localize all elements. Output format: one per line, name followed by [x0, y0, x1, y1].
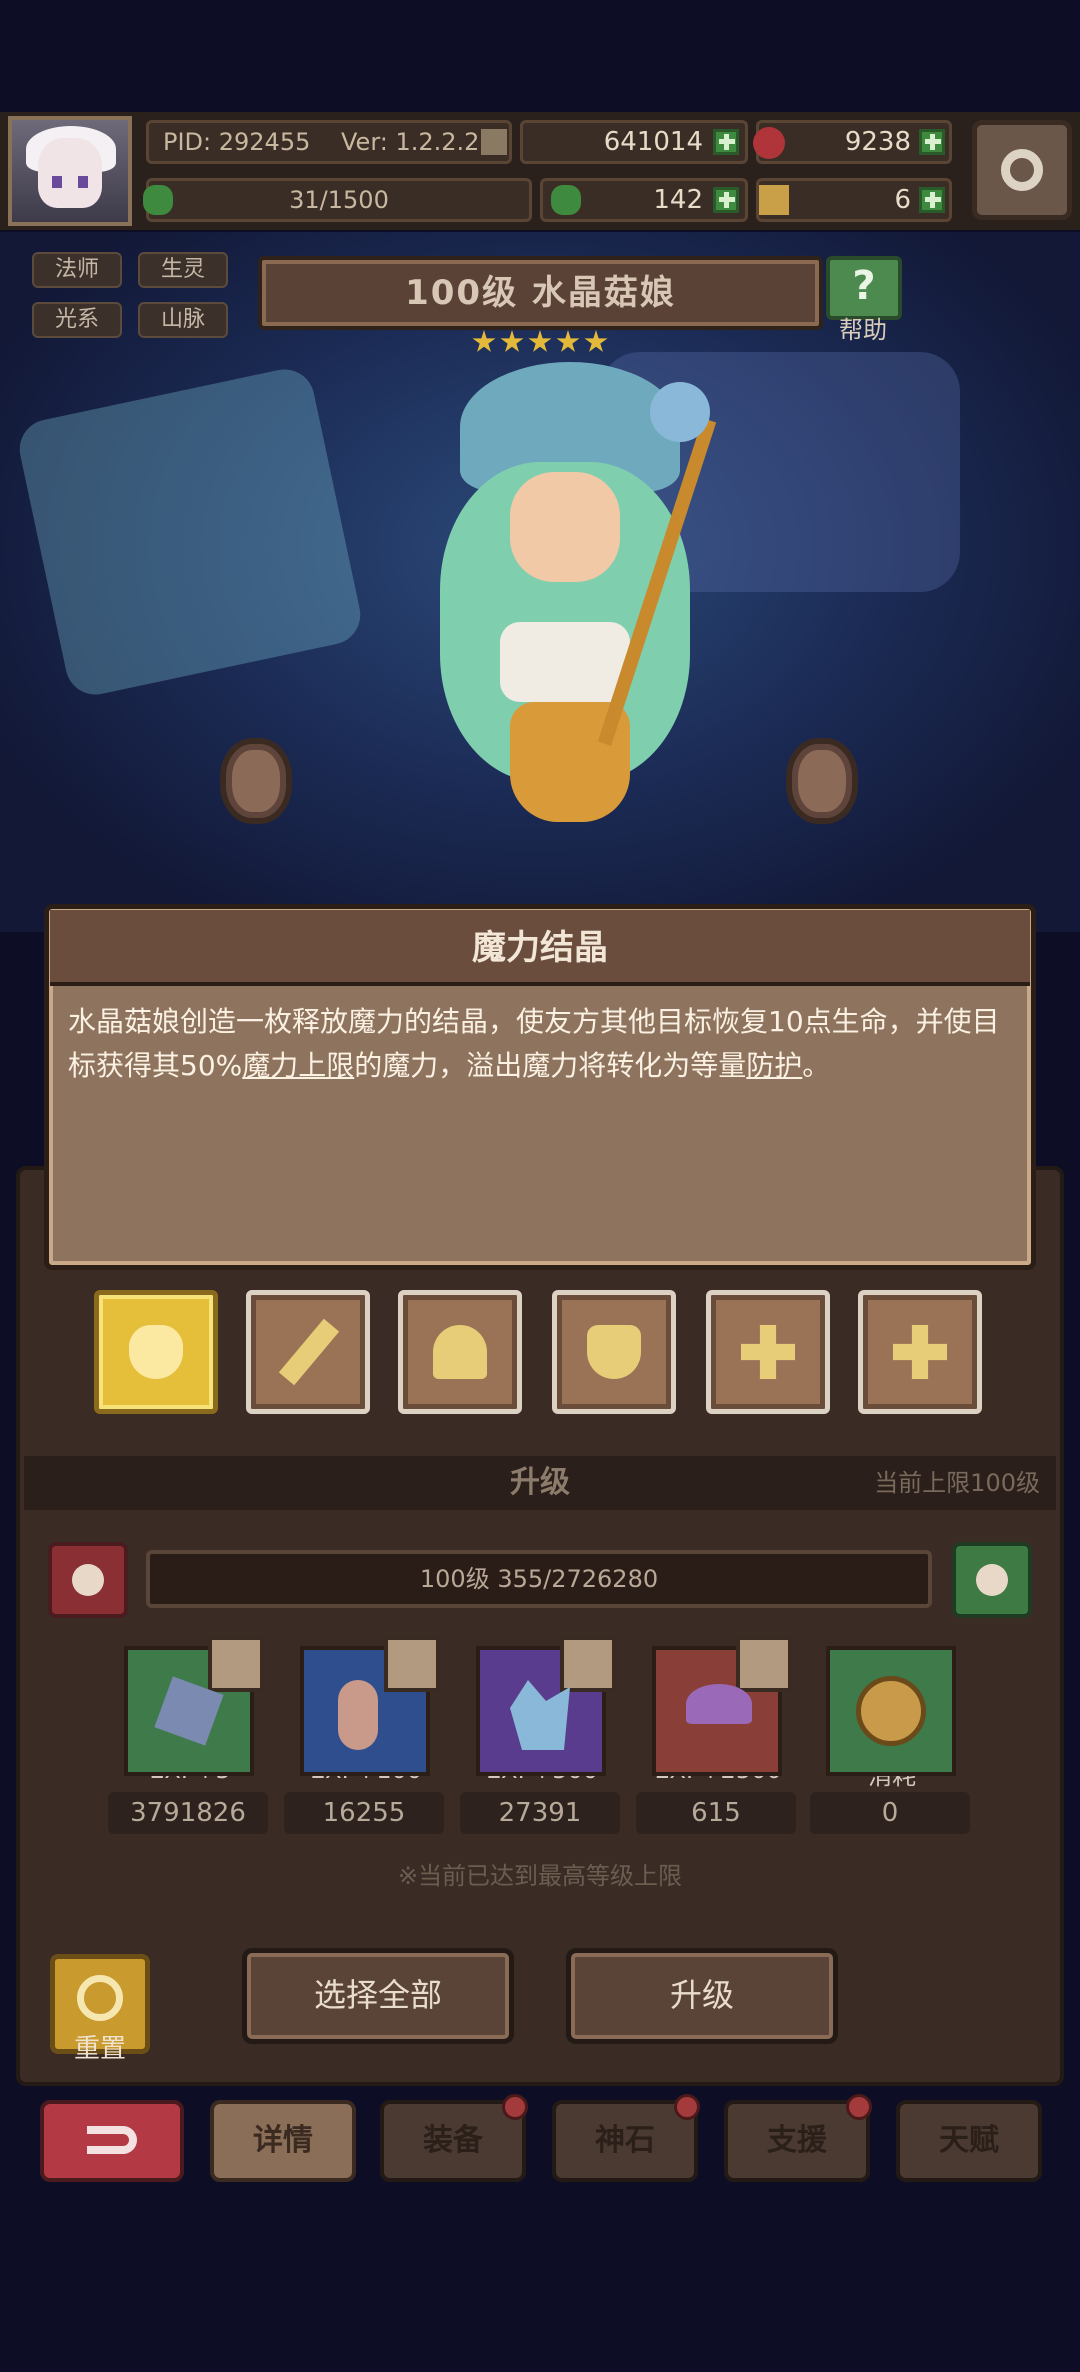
stamina-bar: 31/1500 [143, 178, 532, 222]
add-gold-icon[interactable] [713, 129, 739, 155]
tab-skill[interactable]: 技能 [94, 1290, 218, 1415]
class-tag: 法师 [32, 252, 122, 288]
player-avatar[interactable] [8, 116, 132, 226]
back-button[interactable] [40, 2100, 184, 2182]
gold-bar: 641014 [520, 120, 748, 164]
nav-label: 装备 [423, 2123, 483, 2158]
lock-icon [560, 1636, 616, 1692]
hero-sprite [400, 322, 730, 882]
add-clover-icon[interactable] [713, 187, 739, 213]
mushroom-icon [433, 1325, 487, 1379]
tab-personality[interactable]: 性格 [552, 1290, 676, 1415]
clover-bar: 142 [540, 178, 748, 222]
notification-dot [674, 2094, 700, 2120]
nav-support[interactable]: 支援 [724, 2094, 872, 2182]
exp-item-huge[interactable]: EXP+2500 [652, 1636, 808, 1784]
star-rating [472, 330, 612, 354]
exp-item-medium[interactable]: EXP+100 [300, 1636, 456, 1784]
skill-description: 水晶菇娘创造一枚释放魔力的结晶，使友方其他目标恢复10点生命，并使目标获得其50… [68, 1000, 1018, 1088]
exp-item-large[interactable]: EXP+500 [476, 1636, 632, 1784]
settings-gear-icon[interactable] [972, 120, 1072, 220]
item-count: 27391 [460, 1792, 620, 1834]
lock-icon [384, 1636, 440, 1692]
upgrade-button[interactable]: 升级 [566, 1948, 838, 2044]
shield-icon [587, 1325, 641, 1379]
nav-label: 支援 [767, 2123, 827, 2158]
notification-dot [502, 2094, 528, 2120]
key-bar: 6 [756, 178, 952, 222]
player-info-bar: PID: 292455 Ver: 1.2.2.2 [146, 120, 512, 164]
select-all-button[interactable]: 选择全部 [242, 1948, 514, 2044]
armor-link[interactable]: 防护 [746, 1049, 802, 1082]
tab-race[interactable]: 种族 [398, 1290, 522, 1415]
mana-cap-link[interactable]: 魔力上限 [242, 1049, 354, 1082]
lock-icon [736, 1636, 792, 1692]
nav-equip[interactable]: 装备 [380, 2094, 528, 2182]
cost-item: 消耗 [826, 1646, 982, 1791]
key-amount: 6 [894, 185, 911, 215]
item-count: 615 [636, 1792, 796, 1834]
question-icon: ? [852, 263, 876, 309]
rune-coin-icon [786, 738, 858, 824]
nav-label: 神石 [595, 2123, 655, 2158]
lock-icon [208, 1636, 264, 1692]
skill-desc-text: 。 [802, 1049, 831, 1082]
tab-trait[interactable]: 特性 [858, 1290, 982, 1415]
heart-icon [129, 1325, 183, 1379]
add-gem-icon[interactable] [919, 129, 945, 155]
pid-text: PID: 292455 [163, 128, 311, 156]
gem-bar: 9238 [753, 120, 952, 164]
item-count: 0 [810, 1792, 970, 1834]
copy-icon[interactable] [481, 129, 507, 155]
add-key-icon[interactable] [919, 187, 945, 213]
exp-item-small[interactable]: EXP+5 [124, 1636, 280, 1784]
star-icon [472, 330, 496, 352]
down-arrow-icon [72, 1564, 104, 1596]
level-cap-text: 当前上限100级 [874, 1469, 1040, 1497]
terrain-tag: 山脉 [138, 302, 228, 338]
cross-icon [893, 1325, 947, 1379]
star-icon [556, 330, 580, 352]
skill-desc-text: 的魔力，溢出魔力将转化为等量 [354, 1049, 747, 1082]
element-tag: 光系 [32, 302, 122, 338]
hero-title: 100级 水晶菇娘 [405, 273, 676, 313]
refresh-icon [77, 1975, 123, 2021]
rune-coin-icon [220, 738, 292, 824]
star-icon [584, 330, 608, 352]
item-count: 3791826 [108, 1792, 268, 1834]
crystal-decoration [14, 363, 366, 701]
skill-name: 魔力结晶 [472, 928, 608, 968]
item-count: 16255 [284, 1792, 444, 1834]
nav-talent[interactable]: 天赋 [896, 2100, 1042, 2182]
clover-amount: 142 [653, 185, 703, 215]
help-label: 帮助 [839, 316, 887, 344]
sword-icon [278, 1318, 340, 1386]
tab-title[interactable]: 称号 [706, 1290, 830, 1415]
plus-icon [976, 1564, 1008, 1596]
tab-attack[interactable]: 普攻 [246, 1290, 370, 1415]
nav-godstone[interactable]: 神石 [552, 2094, 700, 2182]
race-tag: 生灵 [138, 252, 228, 288]
stamina-text: 31/1500 [289, 186, 389, 214]
gold-amount: 641014 [603, 127, 703, 157]
star-icon [528, 330, 552, 352]
reset-label: 重置 [73, 2034, 126, 2064]
nav-details[interactable]: 详情 [210, 2100, 356, 2182]
decrease-level-button[interactable] [48, 1542, 128, 1618]
mushroom-icon [686, 1684, 752, 1724]
version-text: Ver: 1.2.2.2 [341, 128, 480, 156]
back-arrow-icon [87, 2126, 137, 2154]
max-level-note: ※当前已达到最高等级上限 [397, 1862, 683, 1890]
cross-icon [741, 1325, 795, 1379]
star-icon [500, 330, 524, 352]
gem-amount: 9238 [844, 127, 911, 157]
coin-icon [856, 1676, 926, 1746]
notification-dot [846, 2094, 872, 2120]
increase-level-button[interactable] [952, 1542, 1032, 1618]
level-progress-text: 100级 355/2726280 [419, 1565, 659, 1593]
arm-icon [338, 1680, 378, 1750]
